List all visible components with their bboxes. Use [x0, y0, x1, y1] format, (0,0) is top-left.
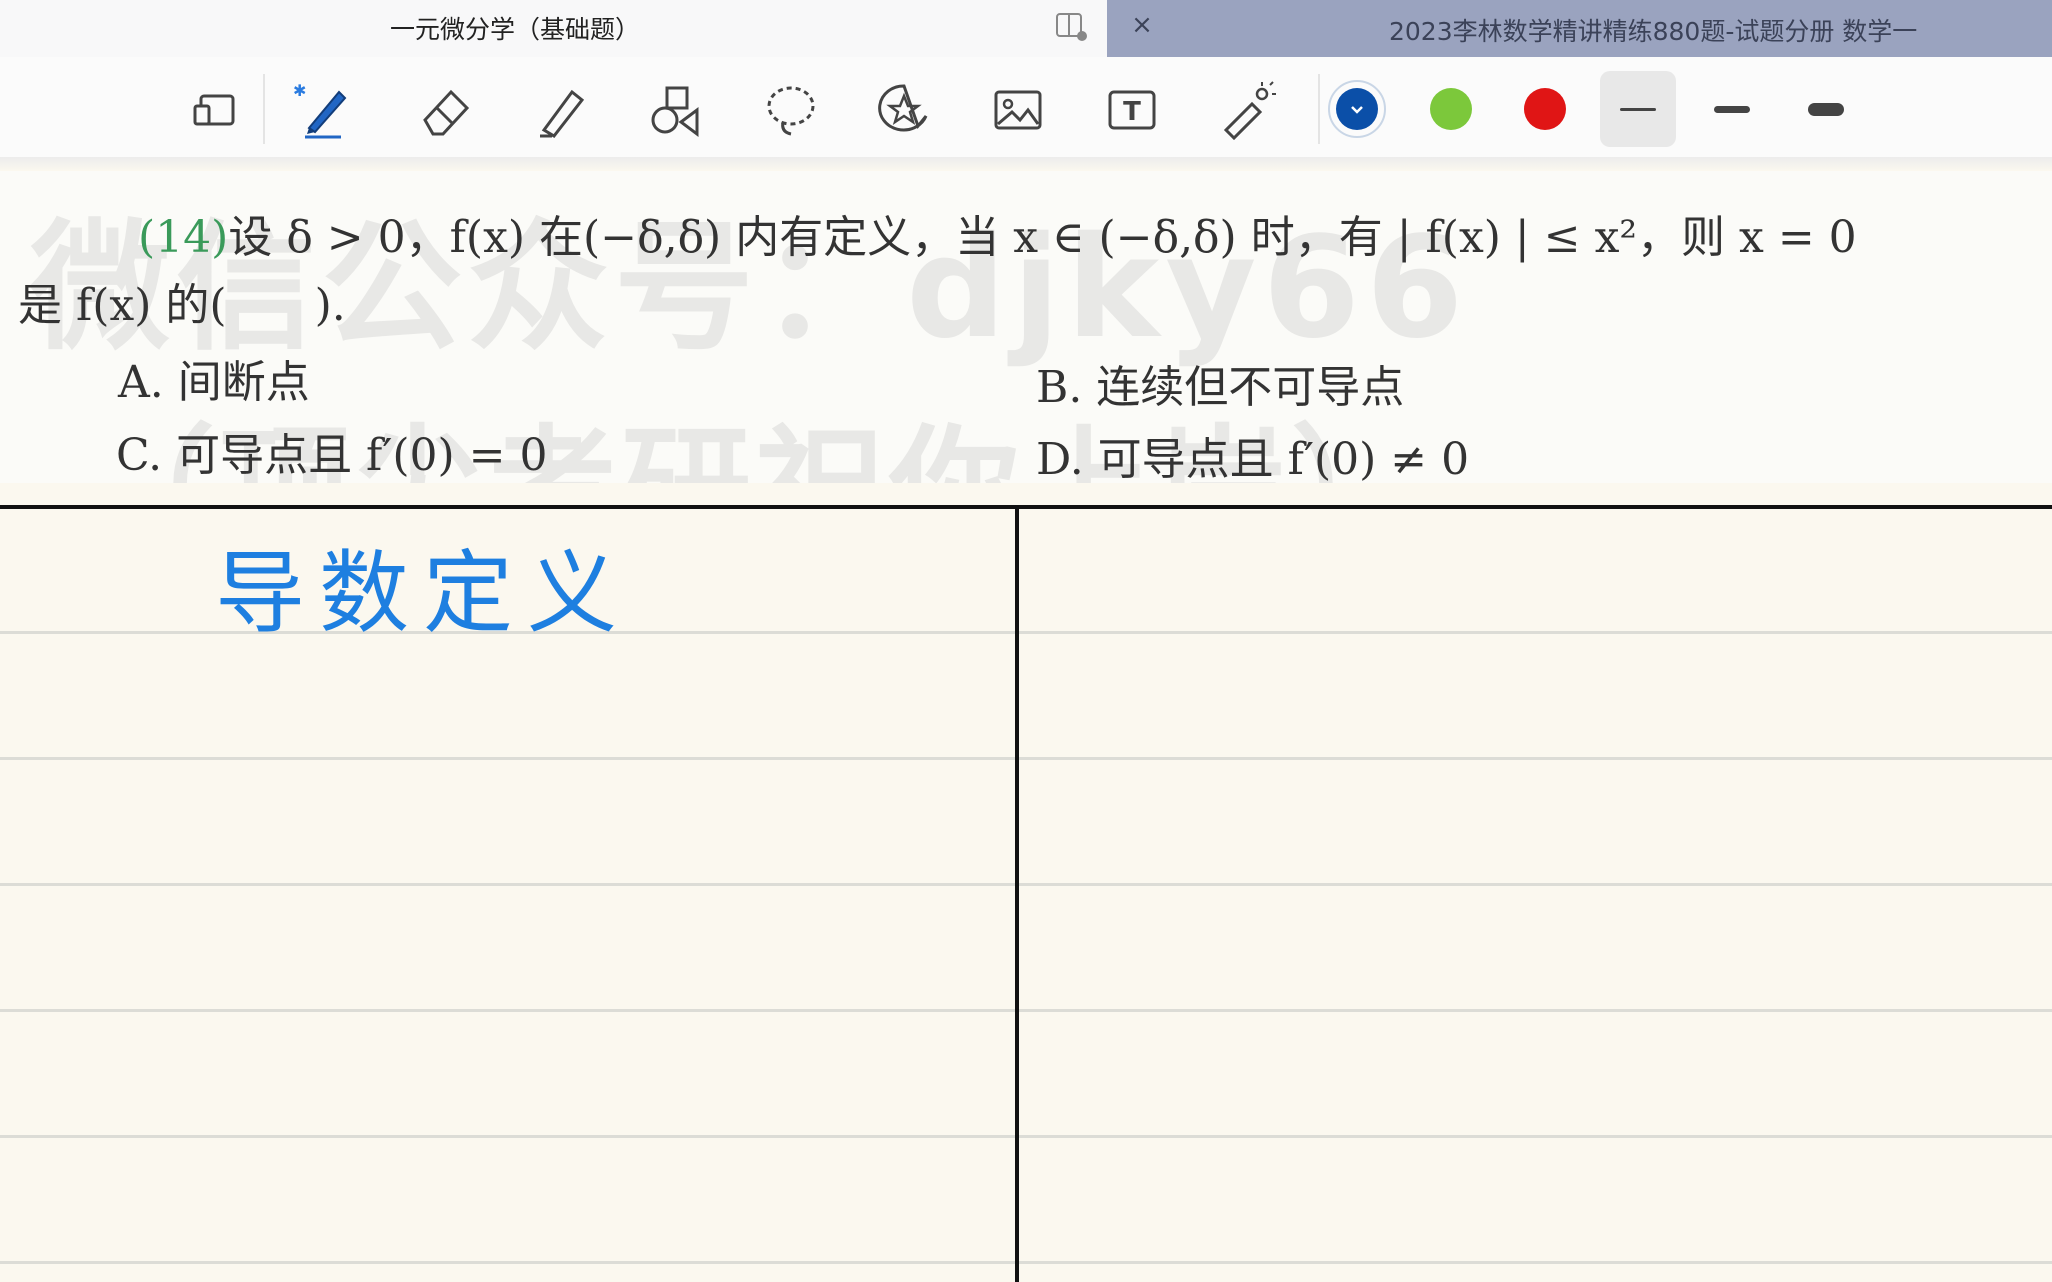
tab-bar: 一元微分学（基础题） × 2023李林数学精讲精练880题-试题分册 数学一	[0, 0, 2052, 57]
svg-text:T: T	[1123, 97, 1141, 127]
chevron-down-icon	[1351, 106, 1363, 114]
ruled-line	[0, 1261, 2052, 1264]
eraser-icon[interactable]	[412, 77, 478, 143]
close-tab-icon[interactable]: ×	[1127, 10, 1157, 40]
option-d: D. 可导点且 f′(0) ≠ 0	[1036, 434, 1470, 483]
color-swatch-red[interactable]	[1524, 88, 1566, 130]
stroke-thick-button[interactable]	[1788, 71, 1864, 147]
option-c: C. 可导点且 f′(0) = 0	[116, 430, 548, 481]
stroke-medium-icon	[1714, 105, 1750, 113]
handwritten-note: 导数定义	[215, 541, 631, 646]
toolbar-divider	[263, 74, 265, 144]
notebook-column-divider	[1015, 509, 1019, 1282]
toolbar-divider	[1318, 74, 1320, 144]
problem-image: 微信公众号：djky66 （顶尖考研祝你上岸） (14)设 δ > 0，f(x)…	[0, 171, 2052, 483]
stroke-thick-icon	[1808, 102, 1844, 116]
lasso-icon[interactable]	[758, 77, 824, 143]
sticker-icon[interactable]	[871, 77, 937, 143]
problem-line-2: 是 f(x) 的( ).	[18, 280, 346, 331]
split-view-icon[interactable]	[1056, 12, 1088, 42]
tab-active[interactable]: 一元微分学（基础题）	[0, 0, 1107, 57]
color-swatch-green[interactable]	[1430, 88, 1472, 130]
stroke-thin-icon	[1620, 107, 1656, 111]
toolbar-shadow	[0, 157, 2052, 171]
image-icon[interactable]	[985, 77, 1051, 143]
ruled-line	[0, 1009, 2052, 1012]
highlighter-icon[interactable]	[527, 77, 593, 143]
shapes-icon[interactable]	[642, 77, 708, 143]
text-box-icon[interactable]: T	[1099, 77, 1165, 143]
option-b: B. 连续但不可导点	[1036, 362, 1405, 413]
tab-inactive[interactable]: × 2023李林数学精讲精练880题-试题分册 数学一	[1107, 0, 2052, 57]
toolbar: ✱ T	[0, 57, 2052, 157]
page-view-icon[interactable]	[184, 77, 250, 143]
problem-line-1: (14)设 δ > 0，f(x) 在(−δ,δ) 内有定义，当 x ∈ (−δ,…	[138, 201, 1857, 265]
tab-inactive-title: 2023李林数学精讲精练880题-试题分册 数学一	[1389, 17, 1918, 46]
option-a: A. 间断点	[118, 357, 310, 408]
problem-text: 设 δ > 0，f(x) 在(−δ,δ) 内有定义，当 x ∈ (−δ,δ) 时…	[228, 212, 1857, 263]
ruled-line	[0, 883, 2052, 886]
stroke-thin-button[interactable]	[1600, 71, 1676, 147]
pen-icon[interactable]: ✱	[290, 77, 356, 143]
laser-pointer-icon[interactable]	[1213, 77, 1279, 143]
tab-active-title: 一元微分学（基础题）	[390, 15, 641, 44]
ruled-line	[0, 757, 2052, 760]
svg-text:✱: ✱	[293, 81, 306, 100]
ruled-line	[0, 1135, 2052, 1138]
stroke-medium-button[interactable]	[1694, 71, 1770, 147]
color-swatch-blue[interactable]	[1336, 88, 1378, 130]
problem-number: (14)	[138, 212, 229, 263]
